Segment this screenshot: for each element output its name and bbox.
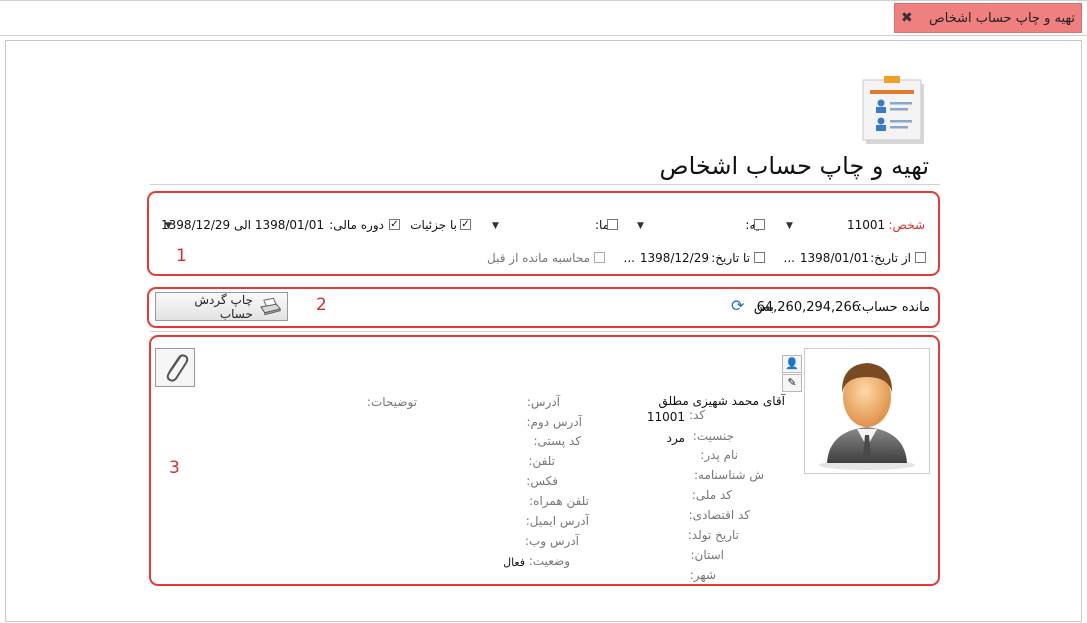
view-dropdown-icon[interactable]: ▼ — [492, 221, 499, 231]
person-select[interactable]: 11001 — [847, 218, 885, 232]
print-account-label: چاپ گردش حساب — [194, 292, 253, 321]
postal-code-label: کد پستی: — [533, 434, 581, 448]
from-date-label: از تاریخ: — [870, 251, 911, 265]
father-name-label: نام پدر: — [700, 448, 738, 462]
person-avatar — [804, 348, 930, 474]
prev-balance-checkbox[interactable] — [594, 252, 605, 263]
from-date-picker[interactable]: ... — [784, 251, 795, 265]
to-date-label: تا تاریخ: — [711, 251, 750, 265]
website-label: آدرس وب: — [524, 534, 579, 548]
section-number-3: 3 — [169, 458, 180, 478]
birth-date-label: تاریخ تولد: — [687, 528, 739, 542]
code-value: 11001 — [646, 410, 685, 424]
fiscal-period-checkbox[interactable]: ✓ — [389, 219, 400, 230]
fiscal-period-dropdown-icon[interactable]: ▼ — [165, 221, 172, 231]
refresh-icon[interactable]: ⟳ — [731, 298, 745, 314]
pencil-icon[interactable]: ✎ — [782, 374, 802, 392]
address2-label: آدرس دوم: — [526, 415, 582, 429]
with-details-checkbox[interactable]: ✓ — [460, 219, 471, 230]
person-name: آقای محمد شهیزی مطلق — [658, 394, 785, 408]
balance-divider — [150, 331, 940, 332]
mobile-label: تلفن همراه: — [529, 494, 589, 508]
layer-checkbox[interactable] — [754, 219, 765, 230]
code-label: کد: — [688, 408, 705, 422]
province-label: استان: — [690, 548, 724, 562]
fiscal-period-select[interactable]: 1398/01/01 الی 1398/12/29 — [161, 218, 324, 232]
attachment-button[interactable] — [155, 348, 195, 387]
balance-suffix: بس — [753, 300, 774, 315]
balance-label: مانده حساب: — [857, 300, 930, 315]
fax-label: فکس: — [526, 474, 558, 488]
economic-code-label: کد اقتصادی: — [688, 508, 750, 522]
person-dropdown-icon[interactable]: ▼ — [786, 221, 793, 231]
from-date-checkbox[interactable] — [915, 252, 926, 263]
tab-title: تهیه و چاپ حساب اشخاص — [929, 10, 1075, 26]
notes-label: توضیحات: — [366, 395, 417, 409]
user-icon[interactable]: 👤 — [782, 355, 802, 373]
to-date-input[interactable]: 1398/12/29 — [640, 251, 709, 265]
printer-icon — [260, 297, 281, 315]
with-details-label: با جزئیات — [410, 218, 457, 232]
city-label: شهر: — [689, 568, 716, 582]
gender-value: مرد — [666, 431, 685, 445]
status-value: فعال — [503, 556, 525, 569]
to-date-checkbox[interactable] — [754, 252, 765, 263]
top-border — [0, 0, 1087, 1]
tab-bar-border — [0, 35, 1087, 36]
layer-dropdown-icon[interactable]: ▼ — [637, 221, 644, 231]
view-checkbox[interactable] — [607, 219, 618, 230]
title-divider — [150, 184, 940, 185]
fiscal-period-label: دوره مالی: — [329, 218, 384, 232]
national-code-label: کد ملی: — [691, 488, 732, 502]
close-icon[interactable]: ✖ — [901, 10, 913, 26]
tab-person-account[interactable]: تهیه و چاپ حساب اشخاص ✖ — [894, 3, 1082, 33]
from-date-input[interactable]: 1398/01/01 — [800, 251, 869, 265]
to-date-picker[interactable]: ... — [624, 251, 635, 265]
address-label: آدرس: — [526, 395, 560, 409]
phone-label: تلفن: — [528, 454, 555, 468]
person-label: شخص: — [888, 218, 925, 232]
email-label: آدرس ایمیل: — [525, 514, 589, 528]
paperclip-icon — [166, 354, 189, 382]
gender-label: جنسیت: — [692, 429, 734, 443]
print-account-button[interactable]: چاپ گردش حساب — [155, 292, 288, 321]
section-number-1: 1 — [176, 246, 187, 266]
document-list-icon — [862, 76, 924, 144]
id-number-label: ش شناسنامه: — [693, 468, 764, 482]
status-label: وضعیت: — [528, 554, 570, 568]
prev-balance-label: محاسبه مانده از قبل — [487, 251, 590, 265]
page-title: تهیه و چاپ حساب اشخاص — [659, 152, 929, 180]
section-number-2: 2 — [316, 295, 327, 315]
person-avatar-icon — [819, 363, 915, 470]
